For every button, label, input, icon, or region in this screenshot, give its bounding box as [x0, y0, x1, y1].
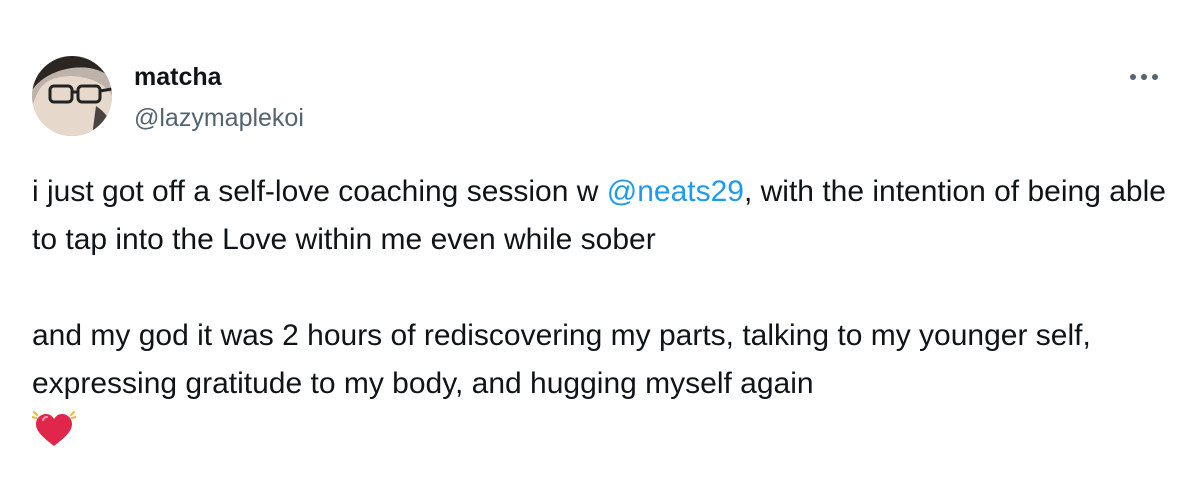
- tweet-paragraph-1: i just got off a self-love coaching sess…: [32, 168, 1172, 264]
- tweet-text: i just got off a self-love coaching sess…: [31, 168, 1172, 456]
- avatar-photo: [32, 56, 112, 136]
- author-avatar[interactable]: [32, 56, 112, 136]
- author-display-name[interactable]: matcha: [134, 62, 222, 92]
- more-horizontal-icon: [1130, 74, 1158, 80]
- beating-heart-emoji: [31, 410, 77, 450]
- tweet-paragraph-2: and my god it was 2 hours of rediscoveri…: [31, 312, 1172, 456]
- tweet-card: matcha @lazymaplekoi i just got off a se…: [0, 0, 1194, 488]
- tweet-text-segment: and my god it was 2 hours of rediscoveri…: [32, 319, 1091, 400]
- mention-link[interactable]: @neats29: [607, 175, 744, 208]
- tweet-text-segment: i just got off a self-love coaching sess…: [32, 175, 607, 208]
- more-options-button[interactable]: [1122, 62, 1166, 92]
- author-handle[interactable]: @lazymaplekoi: [134, 103, 304, 133]
